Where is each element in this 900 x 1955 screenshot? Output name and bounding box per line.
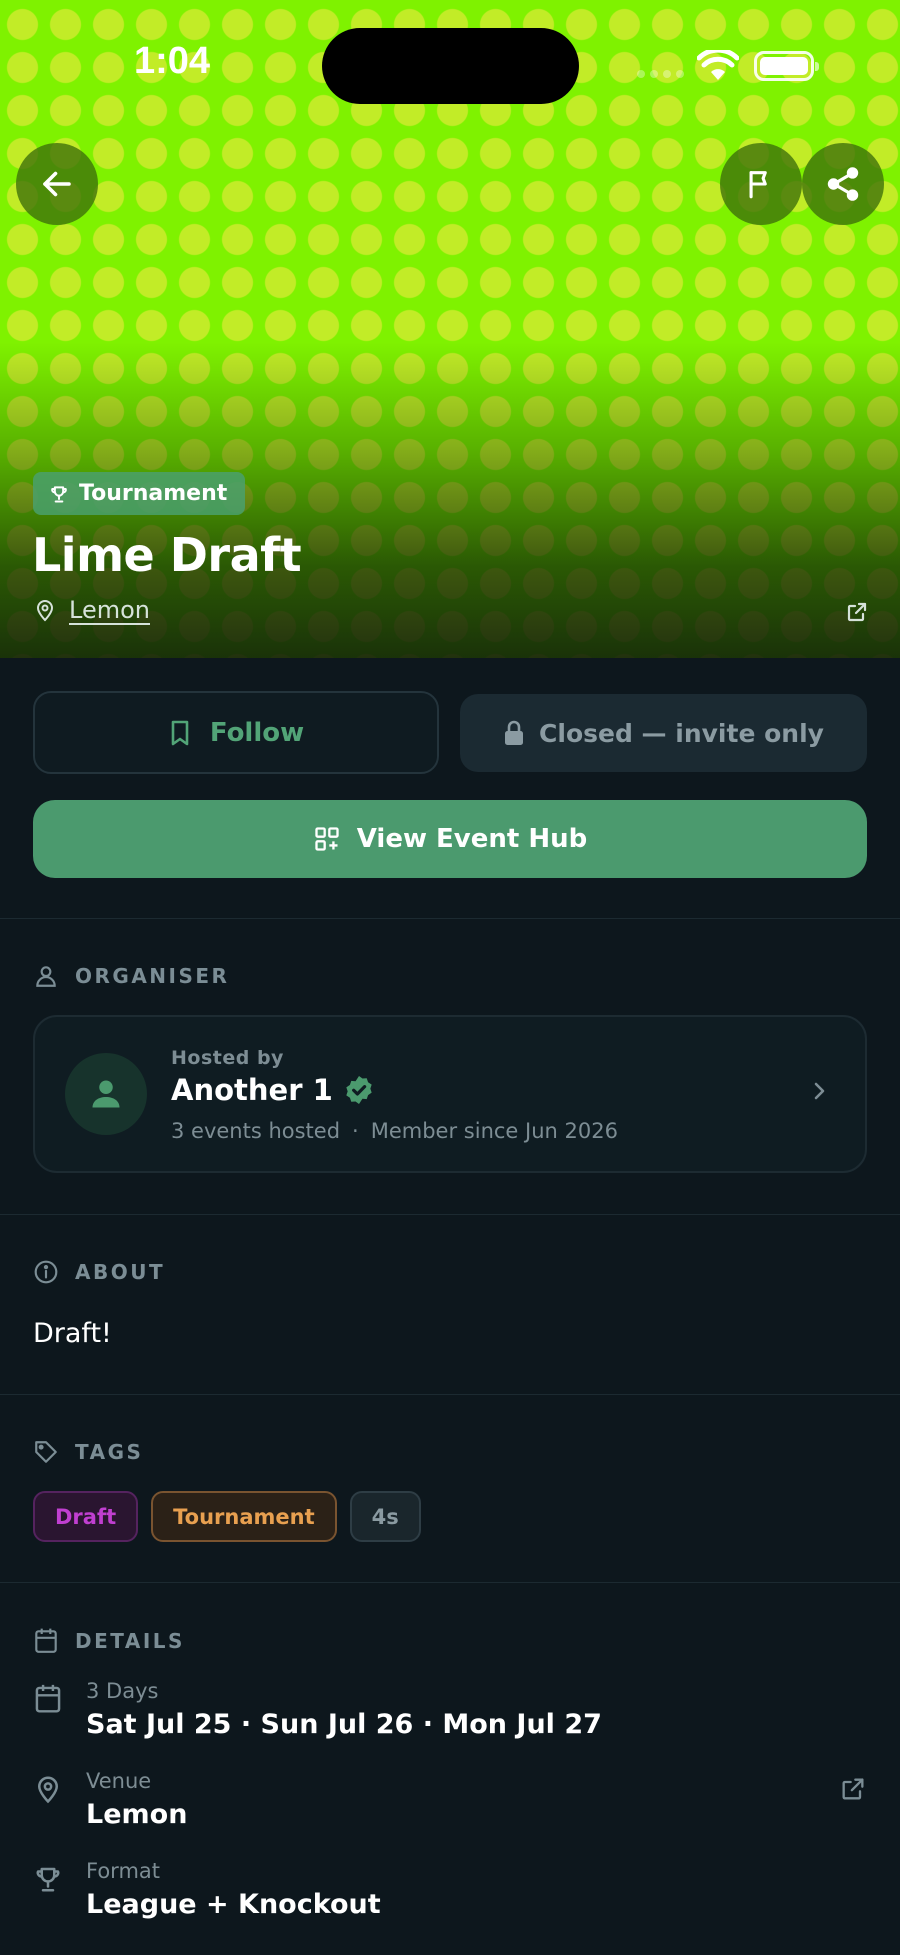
person-icon (92, 1080, 120, 1108)
chevron-right-icon (809, 1079, 829, 1107)
external-link-icon[interactable] (845, 600, 869, 628)
hosted-by-label: Hosted by (171, 1047, 284, 1069)
format-value: League + Knockout (86, 1889, 381, 1920)
external-link-icon[interactable] (839, 1775, 867, 1803)
grid-plus-icon (315, 827, 339, 851)
organiser-name: Another 1 (171, 1073, 333, 1107)
organiser-name-row: Another 1 (171, 1073, 375, 1107)
calendar-icon (35, 1628, 57, 1653)
map-pin-icon (37, 1776, 59, 1804)
tag-draft[interactable]: Draft (33, 1491, 139, 1542)
share-button[interactable] (802, 143, 884, 225)
trophy-icon (36, 1867, 60, 1892)
tag-4s[interactable]: 4s (349, 1491, 421, 1542)
dynamic-island (322, 28, 579, 104)
closed-invite-only-button: Closed — invite only (460, 694, 867, 772)
organiser-meta: 3 events hosted · Member since Jun 2026 (171, 1119, 618, 1143)
trophy-icon (51, 485, 67, 502)
venue-value: Lemon (86, 1799, 188, 1830)
lock-icon (505, 720, 524, 745)
share-icon (827, 167, 859, 201)
event-hero-banner: 1:04 Tournament Lime Draft Lemon (0, 0, 900, 658)
tag-list: Draft Tournament 4s (33, 1491, 421, 1542)
details-section-header: DETAILS (33, 1627, 185, 1655)
wifi-icon (696, 47, 740, 86)
verified-badge-icon (346, 1076, 372, 1104)
flag-icon (749, 171, 767, 199)
format-label: Format (86, 1859, 161, 1883)
event-location-link[interactable]: Lemon (69, 596, 150, 624)
section-divider (0, 918, 900, 919)
cellular-signal-icon (637, 70, 684, 78)
follow-label: Follow (209, 717, 305, 748)
battery-icon (754, 51, 819, 81)
section-divider (0, 1214, 900, 1215)
dates-value: Sat Jul 25 · Sun Jul 26 · Mon Jul 27 (86, 1709, 602, 1740)
tag-tournament[interactable]: Tournament (151, 1491, 337, 1542)
details-heading: DETAILS (75, 1629, 185, 1653)
tag-icon (35, 1441, 57, 1463)
dates-label: 3 Days (86, 1679, 159, 1703)
info-icon (34, 1260, 58, 1284)
section-divider (0, 1394, 900, 1395)
organiser-card[interactable]: Hosted by Another 1 3 events hosted · Me… (33, 1015, 867, 1173)
detail-format: Format League + Knockout (33, 1859, 867, 1929)
about-heading: ABOUT (75, 1260, 166, 1284)
tags-heading: TAGS (75, 1440, 144, 1464)
back-button[interactable] (16, 143, 98, 225)
event-type-badge: Tournament (33, 472, 246, 515)
closed-label: Closed — invite only (539, 718, 824, 748)
bookmark-icon (171, 720, 189, 745)
section-divider (0, 1582, 900, 1583)
view-event-hub-button[interactable]: View Event Hub (33, 800, 867, 878)
arrow-left-icon (43, 171, 71, 197)
report-button[interactable] (720, 143, 802, 225)
member-since: Member since Jun 2026 (370, 1119, 618, 1143)
calendar-icon (35, 1684, 61, 1713)
organiser-heading: ORGANISER (75, 964, 230, 988)
detail-dates: 3 Days Sat Jul 25 · Sun Jul 26 · Mon Jul… (33, 1679, 867, 1749)
status-bar-time: 1:04 (134, 40, 211, 82)
about-description: Draft! (33, 1318, 112, 1349)
user-icon (36, 966, 56, 987)
organiser-section-header: ORGANISER (33, 963, 229, 989)
view-event-hub-label: View Event Hub (356, 824, 588, 854)
event-title: Lime Draft (32, 528, 302, 582)
follow-button[interactable]: Follow (33, 691, 439, 774)
events-hosted-count: 3 events hosted (171, 1119, 341, 1143)
venue-label: Venue (86, 1769, 152, 1793)
event-location-row[interactable]: Lemon (33, 596, 150, 624)
meta-separator: · (352, 1119, 359, 1143)
detail-venue[interactable]: Venue Lemon (33, 1769, 867, 1839)
organiser-avatar (65, 1053, 147, 1135)
tags-section-header: TAGS (33, 1439, 143, 1465)
event-type-label: Tournament (79, 481, 228, 506)
about-section-header: ABOUT (33, 1259, 165, 1285)
map-pin-icon (36, 600, 54, 622)
